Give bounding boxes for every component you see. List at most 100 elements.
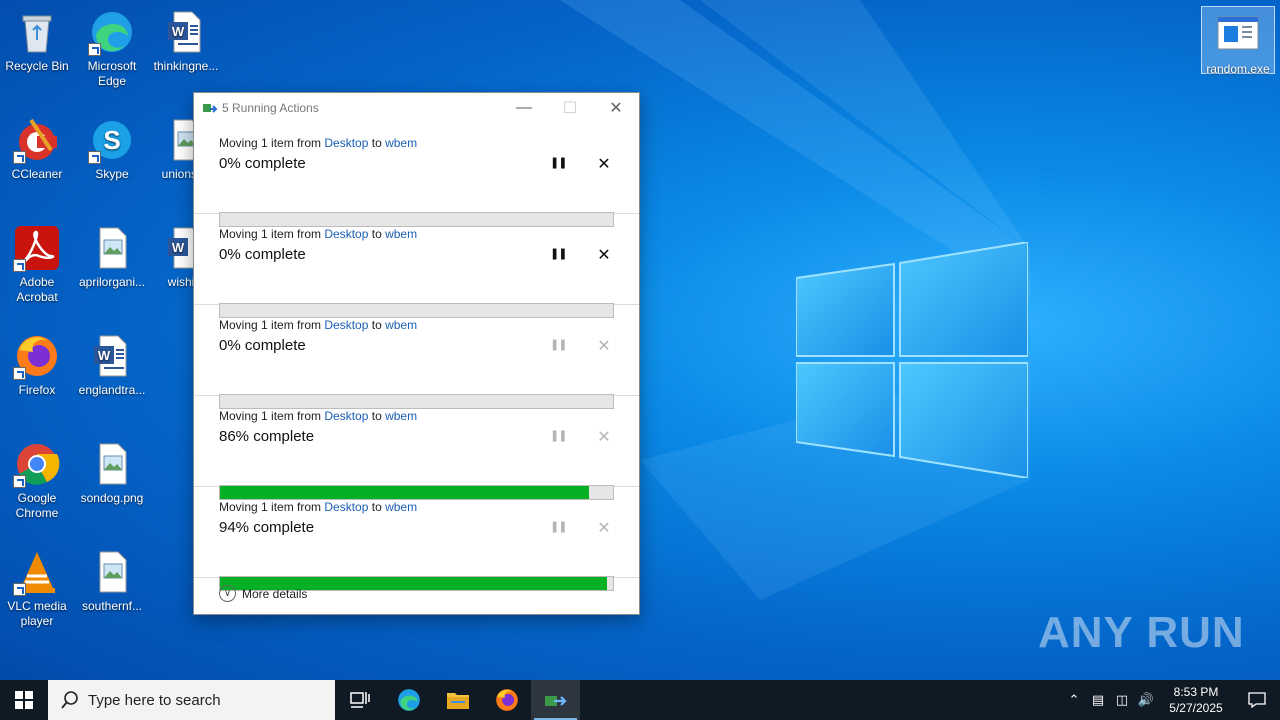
destination-link[interactable]: wbem <box>385 409 417 423</box>
desktop-icon-label: random.exe <box>1206 62 1270 76</box>
edge-icon <box>88 8 136 56</box>
source-link[interactable]: Desktop <box>324 500 368 514</box>
operation-row: Moving 1 item from Desktop to wbem 0% com… <box>194 305 639 409</box>
taskbar: Type here to search ⌃ ▤ ◫ 🔊 8:53 PM 5/27… <box>0 680 1280 720</box>
windows-logo-wallpaper <box>796 242 1028 478</box>
firefox-icon <box>13 332 61 380</box>
desktop-icon-label: aprilorgani... <box>78 275 146 289</box>
meet-now-icon[interactable]: ▤ <box>1086 692 1110 708</box>
dialog-titlebar[interactable]: 5 Running Actions — ☐ ✕ <box>194 93 639 123</box>
operation-prefix: Moving 1 item from <box>219 227 325 241</box>
svg-text:W: W <box>98 348 111 363</box>
chevron-down-icon: ∨ <box>219 585 236 602</box>
svg-text:S: S <box>103 125 120 155</box>
edge-icon <box>397 689 420 711</box>
network-icon[interactable]: ◫ <box>1110 692 1134 708</box>
acrobat-icon <box>13 224 61 272</box>
operation-status: 0% complete <box>219 337 306 354</box>
desktop-icon-label: Google Chrome <box>15 491 59 520</box>
search-icon <box>61 691 78 709</box>
file-move-icon <box>544 696 567 706</box>
operation-row: Moving 1 item from Desktop to wbem 0% com… <box>194 123 639 227</box>
operation-description: Moving 1 item from Desktop to wbem <box>219 227 417 241</box>
start-button[interactable] <box>0 680 48 720</box>
source-link[interactable]: Desktop <box>324 136 368 150</box>
dialog-title: 5 Running Actions <box>222 101 319 115</box>
destination-link[interactable]: wbem <box>385 318 417 332</box>
cancel-icon[interactable]: ✕ <box>595 154 613 173</box>
operation-status: 94% complete <box>219 519 315 536</box>
pause-icon[interactable]: ❚❚ <box>550 247 567 261</box>
taskbar-file-operation[interactable] <box>531 680 580 720</box>
folder-icon <box>446 693 469 709</box>
taskbar-firefox[interactable] <box>482 680 531 720</box>
operation-description: Moving 1 item from Desktop to wbem <box>219 318 417 332</box>
desktop-icon-label: Skype <box>95 167 129 181</box>
operation-to: to <box>368 227 386 241</box>
desktop-icon-skype[interactable]: S Skype <box>76 116 148 182</box>
operations-list: Moving 1 item from Desktop to wbem 0% com… <box>194 123 639 591</box>
desktop-icon-label: englandtra... <box>78 383 146 397</box>
destination-link[interactable]: wbem <box>385 136 417 150</box>
desktop-icon-label: southernf... <box>81 599 143 613</box>
desktop-icon-ccleaner[interactable]: CCleaner <box>1 116 73 182</box>
desktop-icon-aprilorgani[interactable]: aprilorgani... <box>76 224 148 290</box>
desktop-icon-firefox[interactable]: Firefox <box>1 332 73 398</box>
chevron-up-icon[interactable]: ⌃ <box>1062 692 1086 708</box>
clock-time: 8:53 PM <box>1173 685 1219 699</box>
taskbar-search-box[interactable]: Type here to search <box>48 680 335 720</box>
more-details-toggle[interactable]: ∨ More details <box>219 585 307 602</box>
cancel-icon[interactable]: ✕ <box>595 245 613 264</box>
ccleaner-icon <box>13 116 61 164</box>
desktop-icon-englandtra[interactable]: W englandtra... <box>76 332 148 398</box>
task-view-button[interactable] <box>335 680 384 720</box>
operation-prefix: Moving 1 item from <box>219 136 325 150</box>
recycle-bin-icon <box>13 8 61 56</box>
source-link[interactable]: Desktop <box>324 318 368 332</box>
desktop-icon-southernf[interactable]: southernf... <box>76 548 148 614</box>
close-button[interactable]: ✕ <box>593 93 639 123</box>
svg-text:W: W <box>172 240 185 255</box>
operation-to: to <box>368 136 386 150</box>
desktop-icon-label: Firefox <box>18 383 56 397</box>
search-placeholder: Type here to search <box>88 691 221 709</box>
minimize-button[interactable]: — <box>501 93 547 123</box>
maximize-button: ☐ <box>562 100 578 117</box>
clock[interactable]: 8:53 PM 5/27/2025 <box>1166 684 1226 716</box>
desktop-icon-sondog[interactable]: sondog.png <box>76 440 148 506</box>
desktop-icon-google-chrome[interactable]: Google Chrome <box>1 440 73 521</box>
watermark: ANY RUN <box>1038 608 1245 658</box>
notification-button[interactable] <box>1234 680 1280 720</box>
desktop-icon-random-exe[interactable]: random.exe <box>1201 6 1275 76</box>
desktop-icon-edge[interactable]: Microsoft Edge <box>76 8 148 89</box>
pause-icon[interactable]: ❚❚ <box>550 156 567 170</box>
destination-link[interactable]: wbem <box>385 500 417 514</box>
operation-to: to <box>368 318 386 332</box>
desktop-icon-label: CCleaner <box>11 167 63 181</box>
watermark-text: ANY RUN <box>1038 608 1245 657</box>
operation-row: Moving 1 item from Desktop to wbem 94% co… <box>194 487 639 591</box>
destination-link[interactable]: wbem <box>385 227 417 241</box>
cancel-icon: ✕ <box>597 520 611 537</box>
operation-to: to <box>368 500 386 514</box>
pause-icon: ❚❚ <box>550 521 567 533</box>
desktop-icon-vlc[interactable]: VLC media player <box>1 548 73 629</box>
svg-text:W: W <box>172 24 185 39</box>
image-file-icon <box>88 440 136 488</box>
desktop-icon-recycle-bin[interactable]: Recycle Bin <box>1 8 73 74</box>
desktop-icon-adobe-acrobat[interactable]: Adobe Acrobat <box>1 224 73 305</box>
desktop-icon-thinkingne[interactable]: W thinkingne... <box>150 8 222 74</box>
taskbar-edge[interactable] <box>384 680 433 720</box>
source-link[interactable]: Desktop <box>324 227 368 241</box>
desktop-icon-label: Microsoft Edge <box>87 59 137 88</box>
more-details-label: More details <box>242 586 308 601</box>
source-link[interactable]: Desktop <box>324 409 368 423</box>
volume-icon[interactable]: 🔊 <box>1134 692 1158 708</box>
windows-start-icon <box>15 691 33 709</box>
clock-date: 5/27/2025 <box>1169 701 1223 715</box>
taskbar-file-explorer[interactable] <box>433 680 482 720</box>
word-document-icon: W <box>162 8 210 56</box>
firefox-icon <box>495 689 518 711</box>
desktop-icon-label: Adobe Acrobat <box>16 275 58 304</box>
operation-prefix: Moving 1 item from <box>219 318 325 332</box>
